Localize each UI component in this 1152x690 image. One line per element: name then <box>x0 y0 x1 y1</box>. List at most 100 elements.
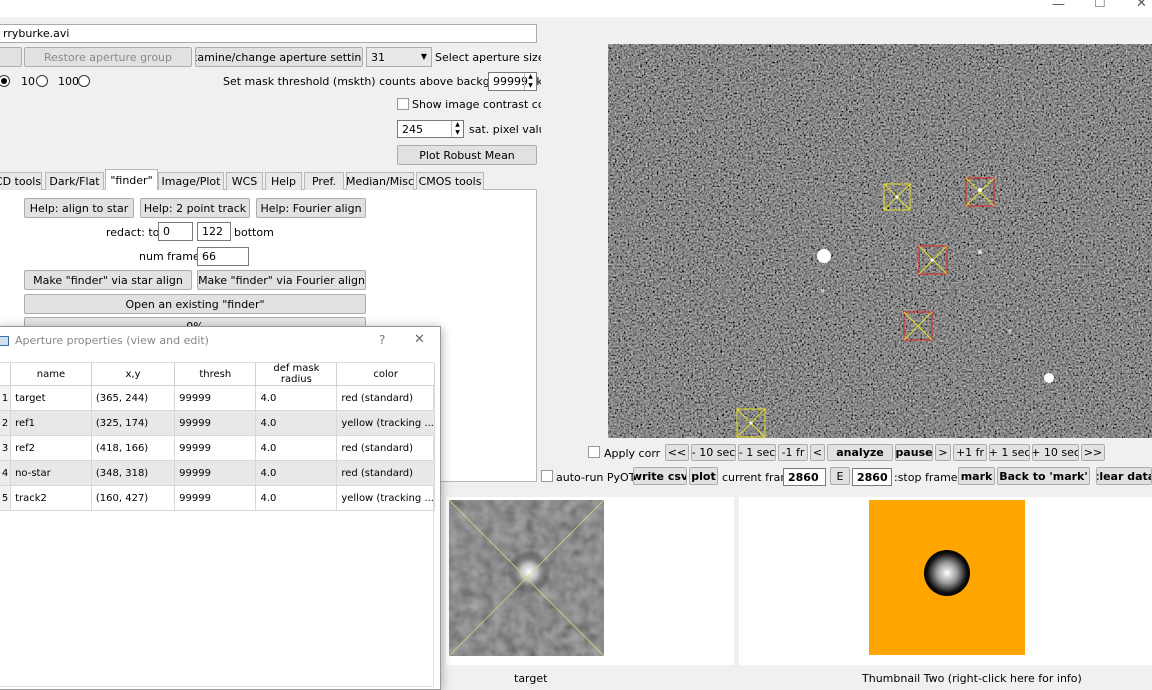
column-header-rownum <box>0 363 12 386</box>
cell-thresh[interactable]: 99999 <box>174 435 257 461</box>
help-icon[interactable]: ? <box>379 333 385 347</box>
cell-color[interactable]: yellow (tracking ... <box>336 485 435 511</box>
thumbnail-one[interactable] <box>449 500 604 656</box>
column-header-mask-radius[interactable]: def mask radius <box>255 363 338 386</box>
radio-100[interactable] <box>78 75 90 87</box>
table-row[interactable]: 4 no-star (348, 318) 99999 4.0 red (stan… <box>0 460 435 486</box>
maximize-icon[interactable]: ☐ <box>1094 0 1106 11</box>
make-finder-fourier-align-button[interactable]: Make "finder" via Fourier align <box>197 270 366 290</box>
write-csv-button[interactable]: write csv <box>633 467 687 485</box>
close-icon[interactable]: ✕ <box>414 332 425 347</box>
analyze-button[interactable]: analyze <box>827 444 893 461</box>
tab-image-plot[interactable]: Image/Plot <box>158 172 224 190</box>
cell-color[interactable]: red (standard) <box>336 460 435 486</box>
cell-name[interactable]: ref1 <box>10 410 92 436</box>
help-align-to-star-button[interactable]: Help: align to star <box>24 198 134 218</box>
cell-name[interactable]: ref2 <box>10 435 92 461</box>
column-header-name[interactable]: name <box>10 363 92 386</box>
tab-wcs[interactable]: WCS <box>226 172 263 190</box>
column-header-color[interactable]: color <box>336 363 435 386</box>
cell-color[interactable]: yellow (tracking ... <box>336 410 435 436</box>
tab-dark-flat[interactable]: Dark/Flat <box>45 172 104 190</box>
show-contrast-checkbox[interactable] <box>397 98 409 110</box>
plus-1-frame-button[interactable]: +1 fr <box>953 444 987 461</box>
cell-thresh[interactable]: 99999 <box>174 460 257 486</box>
rewind-full-button[interactable]: << <box>665 444 689 461</box>
tab-finder[interactable]: "finder" <box>105 169 158 190</box>
cell-radius[interactable]: 4.0 <box>255 435 338 461</box>
column-header-thresh[interactable]: thresh <box>174 363 257 386</box>
left-cut-button[interactable] <box>0 47 22 67</box>
file-path-field[interactable]: rryburke.avi <box>0 24 537 43</box>
cell-thresh[interactable]: 99999 <box>174 410 257 436</box>
stop-frame-input[interactable]: 2860 <box>852 468 892 486</box>
cell-xy[interactable]: (325, 174) <box>91 410 176 436</box>
sat-pixel-spinbox[interactable]: 245 ▲ ▼ <box>397 120 464 138</box>
cell-thresh[interactable]: 99999 <box>174 485 257 511</box>
table-row[interactable]: 3 ref2 (418, 166) 99999 4.0 red (standar… <box>0 435 435 461</box>
cell-color[interactable]: red (standard) <box>336 435 435 461</box>
redact-bottom-input[interactable]: 122 <box>197 222 231 241</box>
tab-cd-tools[interactable]: CD tools <box>0 172 42 190</box>
cell-radius[interactable]: 4.0 <box>255 485 338 511</box>
main-image-view[interactable] <box>608 44 1152 438</box>
cell-xy[interactable]: (418, 166) <box>91 435 176 461</box>
cell-xy[interactable]: (365, 244) <box>91 385 176 411</box>
cell-name[interactable]: no-star <box>10 460 92 486</box>
tab-median-misc[interactable]: Median/Misc <box>346 172 414 190</box>
pause-button[interactable]: pause <box>895 444 933 461</box>
cell-radius[interactable]: 4.0 <box>255 385 338 411</box>
apply-corr-checkbox[interactable] <box>588 446 600 458</box>
examine-aperture-settings-button[interactable]: Examine/change aperture settings <box>195 47 363 67</box>
back-to-mark-button[interactable]: Back to 'mark' <box>997 467 1090 485</box>
minimize-icon[interactable]: — <box>1052 0 1065 12</box>
aperture-size-value: 31 <box>371 50 385 64</box>
minus-10-sec-button[interactable]: - 10 sec <box>691 444 736 461</box>
open-existing-finder-button[interactable]: Open an existing "finder" <box>24 294 366 314</box>
forward-full-button[interactable]: >> <box>1081 444 1105 461</box>
minus-1-frame-button[interactable]: -1 fr <box>778 444 808 461</box>
bright-star <box>817 249 831 263</box>
column-header-xy[interactable]: x,y <box>91 363 176 386</box>
cell-radius[interactable]: 4.0 <box>255 410 338 436</box>
aperture-size-select[interactable]: 31 ▼ <box>366 47 432 67</box>
help-two-point-track-button[interactable]: Help: 2 point track <box>140 198 250 218</box>
table-row[interactable]: 2 ref1 (325, 174) 99999 4.0 yellow (trac… <box>0 410 435 436</box>
cell-color[interactable]: red (standard) <box>336 385 435 411</box>
step-forward-button[interactable]: > <box>935 444 951 461</box>
thumbnail-two[interactable] <box>869 500 1025 655</box>
plot-robust-mean-button[interactable]: Plot Robust Mean <box>397 145 537 165</box>
close-icon[interactable]: ✕ <box>1136 0 1147 11</box>
mask-threshold-spinbox[interactable]: 99999 ▲ ▼ <box>488 72 537 91</box>
tab-cmos-tools[interactable]: CMOS tools <box>416 172 484 190</box>
redact-top-input[interactable]: 0 <box>158 222 193 241</box>
cell-name[interactable]: track2 <box>10 485 92 511</box>
cell-thresh[interactable]: 99999 <box>174 385 257 411</box>
plot-button[interactable]: plot <box>689 467 718 485</box>
tab-help[interactable]: Help <box>265 172 302 190</box>
table-row[interactable]: 5 track2 (160, 427) 99999 4.0 yellow (tr… <box>0 485 435 511</box>
auto-run-pyote-checkbox[interactable] <box>541 470 553 482</box>
radio-1[interactable] <box>0 75 10 87</box>
cell-radius[interactable]: 4.0 <box>255 460 338 486</box>
make-finder-star-align-button[interactable]: Make "finder" via star align <box>24 270 192 290</box>
e-button[interactable]: E <box>830 467 850 485</box>
current-frame-input[interactable]: 2860 <box>783 468 826 486</box>
clear-data-button[interactable]: clear data <box>1096 467 1152 485</box>
minus-1-sec-button[interactable]: - 1 sec <box>738 444 776 461</box>
restore-aperture-group-button[interactable]: Restore aperture group <box>24 47 192 67</box>
table-row[interactable]: 1 target (365, 244) 99999 4.0 red (stand… <box>0 385 435 411</box>
cell-name[interactable]: target <box>10 385 92 411</box>
help-fourier-align-button[interactable]: Help: Fourier align <box>256 198 366 218</box>
tab-pref[interactable]: Pref. <box>304 172 344 190</box>
plus-10-sec-button[interactable]: + 10 sec <box>1032 444 1079 461</box>
num-frames-input[interactable]: 66 <box>197 247 249 266</box>
spinner-icon[interactable]: ▲ ▼ <box>451 121 463 137</box>
plus-1-sec-button[interactable]: + 1 sec <box>989 444 1030 461</box>
step-back-button[interactable]: < <box>810 444 825 461</box>
cell-xy[interactable]: (160, 427) <box>91 485 176 511</box>
cell-xy[interactable]: (348, 318) <box>91 460 176 486</box>
mark-button[interactable]: mark <box>958 467 995 485</box>
radio-10[interactable] <box>36 75 48 87</box>
spinner-icon[interactable]: ▲ ▼ <box>524 73 536 90</box>
